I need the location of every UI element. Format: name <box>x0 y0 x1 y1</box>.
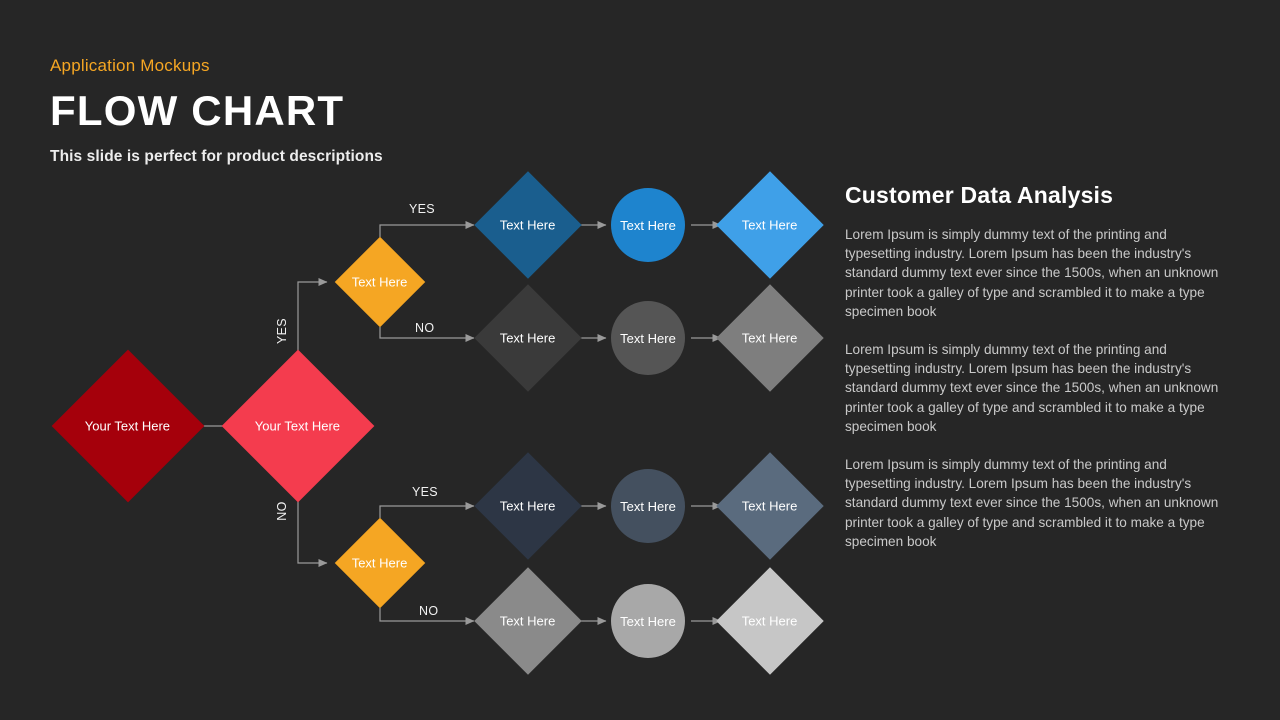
flow-node-label: Text Here <box>742 498 798 514</box>
flow-node-label: Your Text Here <box>255 418 341 434</box>
wire-top-yes <box>379 221 475 237</box>
flow-node-label: Text Here <box>500 498 556 514</box>
wire-bottom-yes <box>379 502 475 518</box>
panel-paragraph: Lorem Ipsum is simply dummy text of the … <box>845 227 1219 319</box>
flow-node-row1-b[interactable]: Text Here <box>611 188 685 262</box>
flow-node-label: Your Text Here <box>85 418 171 434</box>
flow-chart-diagram: YES NO YES NO YES NO Your Text Here Your… <box>0 0 845 720</box>
flow-node-label: Text Here <box>742 330 798 346</box>
flow-node-row4-b[interactable]: Text Here <box>611 584 685 658</box>
flow-node-label: Text Here <box>500 217 556 233</box>
edge-label-top-no: NO <box>415 321 435 335</box>
edge-label-trunk-no: NO <box>275 501 289 521</box>
edge-label-bottom-yes: YES <box>412 485 438 499</box>
flow-node-row3-b[interactable]: Text Here <box>611 469 685 543</box>
flow-node-row2-b[interactable]: Text Here <box>611 301 685 375</box>
flow-node-label: Text Here <box>500 330 556 346</box>
flow-node-label: Text Here <box>742 613 798 629</box>
flow-node-label: Text Here <box>352 555 408 571</box>
flow-node-label: Text Here <box>500 613 556 629</box>
edge-label-trunk-yes: YES <box>275 318 289 344</box>
flow-node-label: Text Here <box>620 498 676 514</box>
slide-canvas: Application Mockups FLOW CHART This slid… <box>0 0 1280 720</box>
panel-paragraph: Lorem Ipsum is simply dummy text of the … <box>845 457 1219 549</box>
flow-node-label: Text Here <box>620 330 676 346</box>
flow-node-label: Text Here <box>620 613 676 629</box>
edge-label-bottom-no: NO <box>419 604 439 618</box>
flow-node-label: Text Here <box>620 217 676 233</box>
edge-label-top-yes: YES <box>409 202 435 216</box>
description-panel: Customer Data Analysis Lorem Ipsum is si… <box>845 182 1220 551</box>
flow-node-label: Text Here <box>742 217 798 233</box>
panel-heading: Customer Data Analysis <box>845 182 1114 208</box>
panel-paragraph: Lorem Ipsum is simply dummy text of the … <box>845 342 1219 434</box>
flow-node-label: Text Here <box>352 274 408 290</box>
